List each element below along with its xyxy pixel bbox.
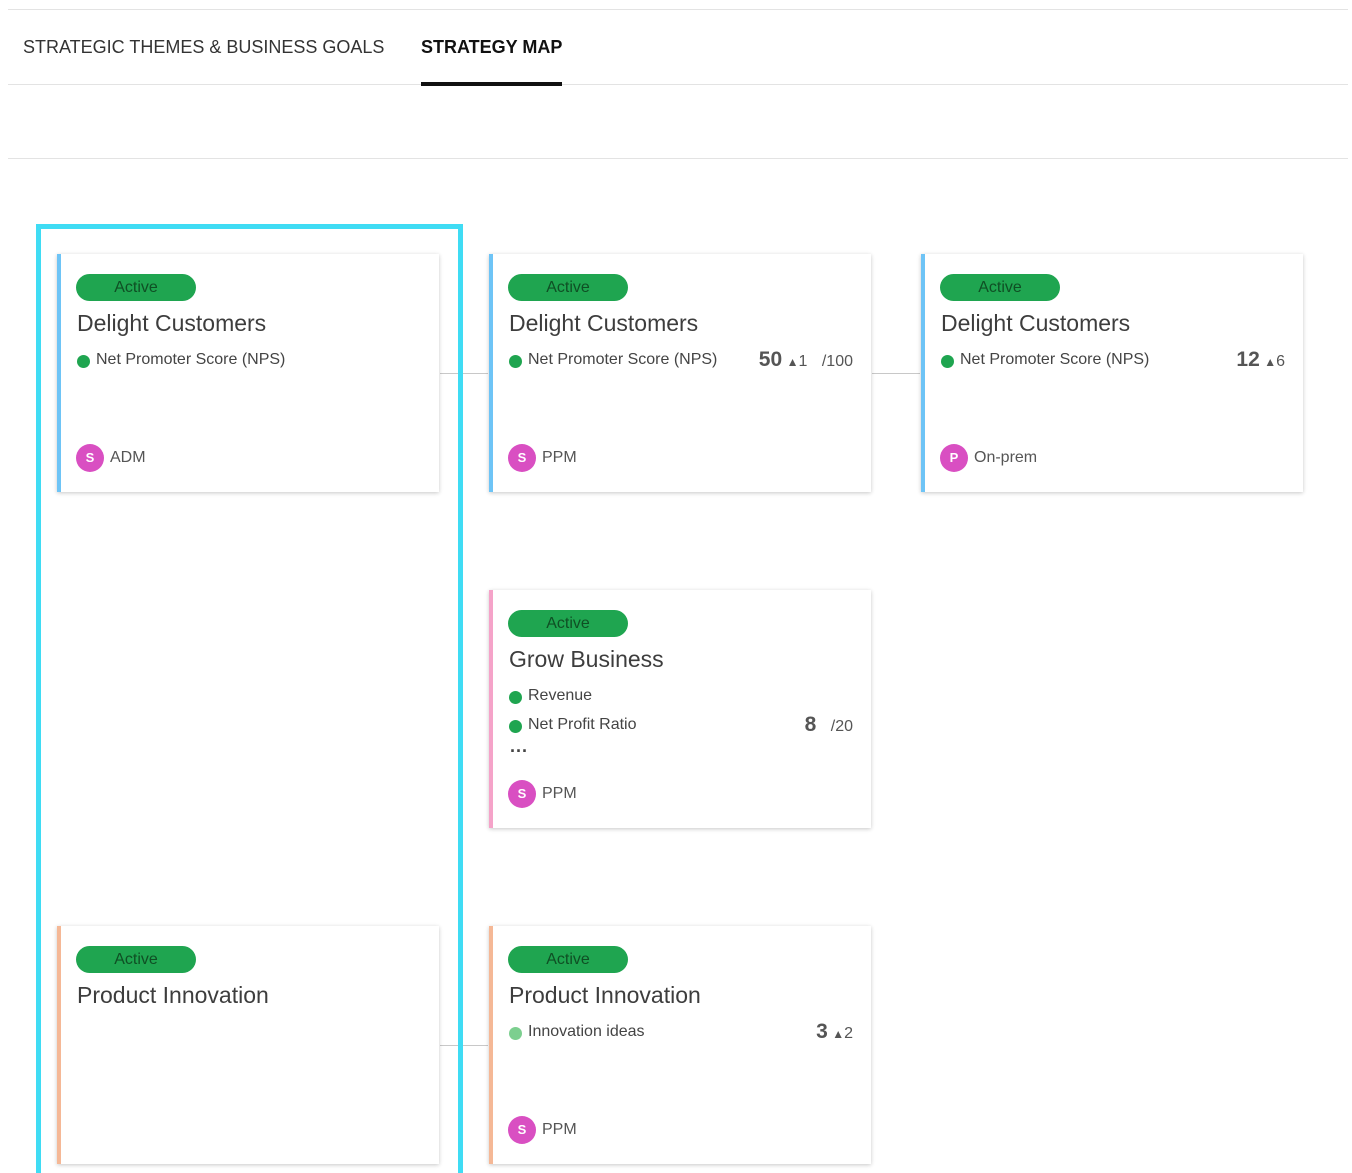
kpi-delta: 1 [798,353,808,370]
kpi-status-dot [509,1027,522,1040]
kpi-target: /20 [830,718,853,735]
avatar: P [940,444,968,472]
goal-title: Grow Business [509,646,664,672]
owner-name: On-prem [974,449,1038,466]
tab-strategy-map[interactable]: STRATEGY MAP [421,10,563,86]
avatar: S [508,1116,536,1144]
kpi-actual: 8 [804,713,817,736]
kpi-name: Revenue [528,687,593,704]
status-badge: Active [940,274,1060,301]
more-kpis-indicator[interactable]: ... [510,737,528,755]
kpi-name: Net Profit Ratio [528,716,637,733]
toolbar-divider [8,158,1348,159]
tab-strategic-themes[interactable]: STRATEGIC THEMES & BUSINESS GOALS [23,10,384,84]
kpi-row[interactable]: Revenue [509,686,853,708]
owner-name: PPM [542,449,577,466]
trend-up-icon: ▲ [1264,355,1277,369]
owner-name: PPM [542,785,577,802]
avatar: S [508,444,536,472]
kpi-row[interactable]: Innovation ideas 3 ▲2 [509,1020,853,1044]
goal-card[interactable]: Active Delight Customers Net Promoter Sc… [489,254,871,492]
goal-card[interactable]: Active Product Innovation Innovation ide… [489,926,871,1164]
kpi-name: Innovation ideas [528,1023,645,1040]
goal-card[interactable]: Active Grow Business Revenue Net Profit … [489,590,871,828]
kpi-delta: 2 [844,1025,853,1042]
kpi-name: Net Promoter Score (NPS) [960,351,1150,368]
kpi-status-dot [509,720,522,733]
kpi-name: Net Promoter Score (NPS) [528,351,718,368]
kpi-status-dot [941,355,954,368]
kpi-value: 12 ▲6 [1236,348,1285,372]
owner-name: PPM [542,1121,577,1138]
status-badge: Active [508,610,628,637]
trend-up-icon: ▲ [786,355,799,369]
trend-up-icon: ▲ [832,1027,845,1041]
kpi-row[interactable]: Net Promoter Score (NPS) 50 ▲1 /100 [509,348,853,372]
kpi-target: /100 [821,353,853,370]
kpi-delta: 6 [1276,353,1285,370]
kpi-actual: 12 [1236,348,1260,371]
tab-label: STRATEGIC THEMES & BUSINESS GOALS [23,37,385,57]
kpi-row[interactable]: Net Promoter Score (NPS) 12 ▲6 [941,348,1285,372]
kpi-actual: 3 [816,1020,828,1043]
kpi-actual: 50 [758,348,783,371]
status-badge: Active [508,946,628,973]
status-badge: Active [508,274,628,301]
kpi-status-dot [509,355,522,368]
goal-title: Product Innovation [509,982,701,1008]
tab-bar: STRATEGIC THEMES & BUSINESS GOALS STRATE… [8,10,1348,86]
kpi-status-dot [509,691,522,704]
goal-card[interactable]: Active Delight Customers Net Promoter Sc… [921,254,1303,492]
kpi-value: 3 ▲2 [816,1020,853,1044]
kpi-value: 50 ▲1 /100 [759,348,853,372]
active-tab-indicator [421,82,563,86]
avatar: S [508,780,536,808]
kpi-row[interactable]: Net Profit Ratio 8 /20 [509,713,853,737]
connector-line [872,373,920,374]
tab-label: STRATEGY MAP [421,37,563,57]
selected-column-outline [36,224,463,1173]
goal-title: Delight Customers [941,310,1131,336]
goal-title: Delight Customers [509,310,699,336]
kpi-value: 8 /20 [805,713,853,737]
